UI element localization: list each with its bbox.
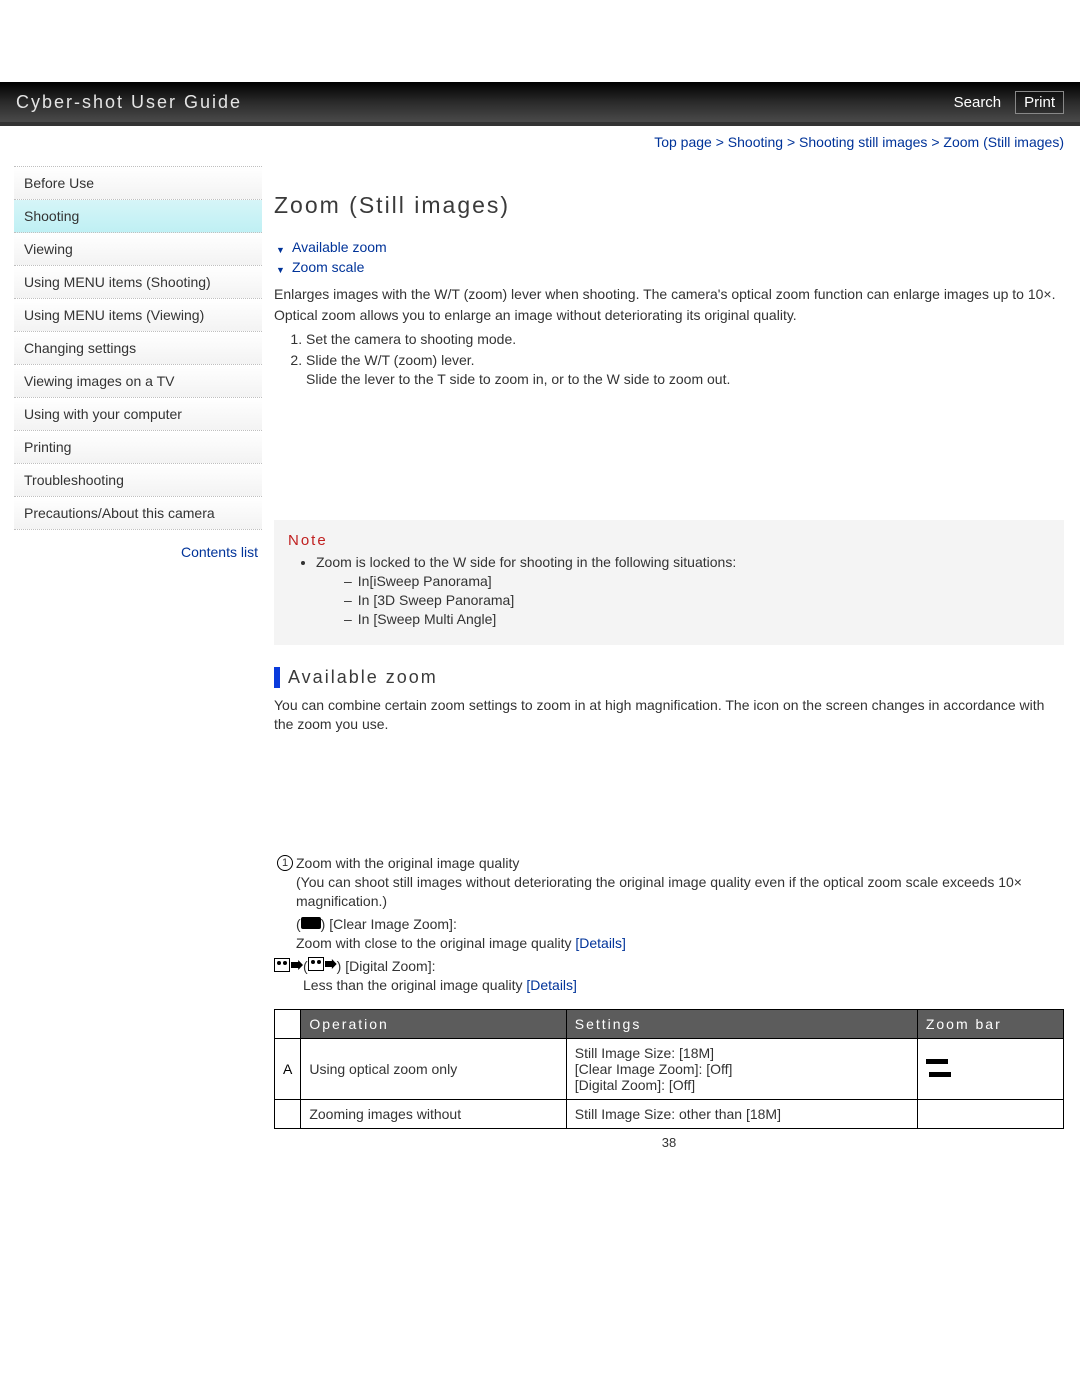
page-number: 38 [274,1135,1064,1150]
step-text: Slide the W/T (zoom) lever. [306,352,475,368]
digital-zoom-inline-icon [308,957,337,971]
sidebar: Before Use Shooting Viewing Using MENU i… [0,162,262,1150]
table-cell [275,1100,301,1129]
table-cell: A [275,1039,301,1100]
sidebar-item[interactable]: Before Use [14,167,262,200]
section-intro: You can combine certain zoom settings to… [274,696,1064,734]
page-title: Zoom (Still images) [274,192,1064,219]
rect-icon [274,915,296,916]
main-content: Zoom (Still images) Available zoom Zoom … [262,162,1080,1150]
zoom-item-prefix: ( [296,916,301,932]
section-body: You can combine certain zoom settings to… [274,696,1064,1150]
anchor-link[interactable]: Zoom scale [292,257,1064,277]
sidebar-item[interactable]: Using MENU items (Viewing) [14,299,262,332]
intro-block: Enlarges images with the W/T (zoom) leve… [274,285,1064,325]
header-title: Cyber-shot User Guide [16,92,242,113]
table-cell: Still Image Size: [18M] [Clear Image Zoo… [566,1039,917,1100]
sidebar-item[interactable]: Shooting [14,200,262,233]
table-row: A Using optical zoom only Still Image Si… [275,1039,1064,1100]
zoom-item-desc: Zoom with close to the original image qu… [296,935,575,951]
step-text: Set the camera to shooting mode. [306,331,516,347]
search-link[interactable]: Search [954,94,1002,111]
steps-list: Set the camera to shooting mode. Slide t… [274,329,1064,390]
table-cell [917,1039,1063,1100]
zoom-desc-row: () [Clear Image Zoom]: Zoom with close t… [274,915,1064,953]
section-heading: Available zoom [274,667,1064,688]
table-header: Operation [301,1010,566,1039]
circled-one-icon: 1 [274,854,296,871]
table-cell [917,1100,1063,1129]
sidebar-item[interactable]: Changing settings [14,332,262,365]
zoom-item-suffix: ) [337,958,342,974]
table-header [275,1010,301,1039]
zoom-item-suffix: ) [321,916,326,932]
clear-image-zoom-icon [301,917,321,929]
step-subtext: Slide the lever to the T side to zoom in… [306,370,1064,389]
note-sub-item: In[iSweep Panorama] [344,572,1050,591]
header-bar: Cyber-shot User Guide Search Print [0,82,1080,126]
note-sub-item: In [Sweep Multi Angle] [344,610,1050,629]
step-item: Set the camera to shooting mode. [306,329,1064,350]
table-cell: Zooming images without [301,1100,566,1129]
breadcrumb-link[interactable]: Shooting still images [799,134,927,150]
table-header-row: Operation Settings Zoom bar [275,1010,1064,1039]
sidebar-item[interactable]: Troubleshooting [14,464,262,497]
note-lead-text: Zoom is locked to the W side for shootin… [316,554,736,570]
zoom-item-title: [Digital Zoom]: [345,958,435,974]
nav-list: Before Use Shooting Viewing Using MENU i… [14,166,262,530]
note-sub-item: In [3D Sweep Panorama] [344,591,1050,610]
sidebar-item[interactable]: Using MENU items (Shooting) [14,266,262,299]
zoom-item-title: Zoom with the original image quality [296,855,519,871]
zoombar-icon [926,1059,954,1077]
breadcrumb: Top page > Shooting > Shooting still ima… [0,126,1080,154]
table-header: Zoom bar [917,1010,1063,1039]
zoom-item-desc: (You can shoot still images without dete… [296,874,1022,909]
anchor-link[interactable]: Available zoom [292,237,1064,257]
zoom-desc-row: () [Digital Zoom]: Less than the origina… [274,957,1064,995]
intro-text: Enlarges images with the W/T (zoom) leve… [274,285,1064,304]
table-cell: Using optical zoom only [301,1039,566,1100]
sidebar-item[interactable]: Precautions/About this camera [14,497,262,530]
sidebar-item[interactable]: Viewing images on a TV [14,365,262,398]
intro-text: Optical zoom allows you to enlarge an im… [274,306,1064,325]
step-item: Slide the W/T (zoom) lever. Slide the le… [306,350,1064,390]
zoom-desc-row: 1 Zoom with the original image quality (… [274,854,1064,911]
digital-zoom-icon [274,957,303,972]
zoom-item-title: [Clear Image Zoom]: [329,916,457,932]
note-box: Note Zoom is locked to the W side for sh… [274,520,1064,645]
sidebar-item[interactable]: Printing [14,431,262,464]
sidebar-item[interactable]: Using with your computer [14,398,262,431]
table-row: Zooming images without Still Image Size:… [275,1100,1064,1129]
sidebar-item[interactable]: Viewing [14,233,262,266]
details-link[interactable]: [Details] [526,977,577,993]
note-lead: Zoom is locked to the W side for shootin… [316,553,1050,629]
details-link[interactable]: [Details] [575,935,626,951]
breadcrumb-link[interactable]: Top page [654,134,712,150]
table-header: Settings [566,1010,917,1039]
print-button[interactable]: Print [1015,91,1064,114]
breadcrumb-link[interactable]: Shooting [728,134,783,150]
zoom-table: Operation Settings Zoom bar A Using opti… [274,1009,1064,1129]
breadcrumb-link[interactable]: Zoom (Still images) [943,134,1064,150]
contents-list-link[interactable]: Contents list [14,530,262,560]
zoom-item-desc: Less than the original image quality [303,977,526,993]
table-cell: Still Image Size: other than [18M] [566,1100,917,1129]
anchor-links: Available zoom Zoom scale [274,237,1064,277]
note-heading: Note [288,532,1050,549]
